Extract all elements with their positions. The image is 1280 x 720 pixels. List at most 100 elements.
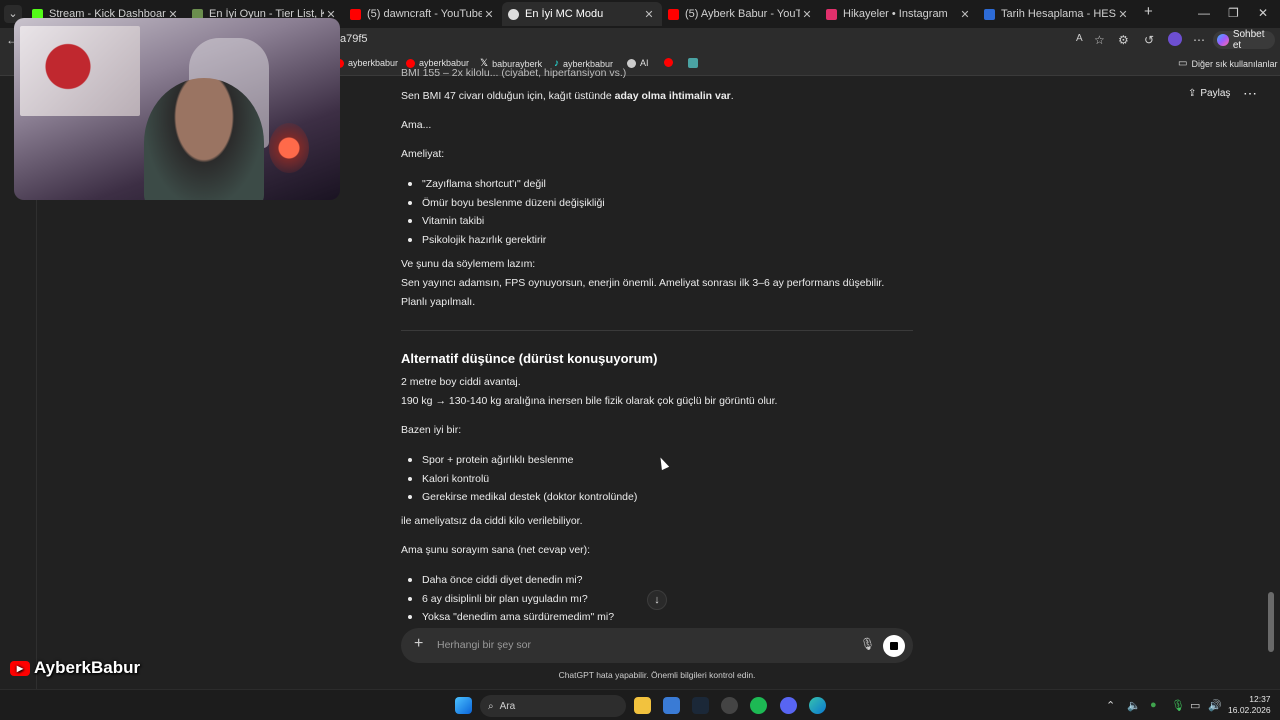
maximize-button[interactable]: ❐ [1228,6,1239,20]
site-icon [688,58,698,68]
steam-icon[interactable] [692,697,709,714]
text-span: Sen BMI 47 civarı olduğun için, kağıt üs… [401,90,615,102]
youtube-icon [668,8,679,20]
tab-title: En İyi MC Modu [525,8,604,20]
message-paragraph: Ama şunu sorayım sana (net cevap ver): [401,544,591,556]
list-item: 6 ay disiplinli bir plan uyguladın mı? [408,590,614,609]
add-attachment-icon[interactable]: + [414,635,423,653]
message-paragraph: Bazen iyi bir: [401,424,462,436]
settings-more-icon[interactable]: ⋯ [1193,33,1205,47]
prompt-input[interactable]: Herhangi bir şey sor [437,639,531,651]
browser-tab[interactable]: (5) dawncraft - YouTube ✕ [344,2,502,26]
youtube-icon [664,58,673,67]
system-clock[interactable]: 12:37 16.02.2026 [1228,694,1271,716]
bookmark-item[interactable]: ayberkbabur [335,58,398,68]
bookmark-item[interactable] [688,58,698,68]
obs-icon[interactable] [721,697,738,714]
new-tab-button[interactable]: + [1144,3,1153,20]
edge-icon[interactable] [809,697,826,714]
volume-icon[interactable]: 🔊 [1208,699,1222,712]
extensions-icon[interactable]: ⚙ [1118,33,1129,47]
more-options-button[interactable]: ⋯ [1243,85,1257,102]
scroll-down-button[interactable]: ↓ [647,590,667,610]
ameliyat-list: "Zayıflama shortcut'ı" değil Ömür boyu b… [408,175,605,250]
network-icon[interactable]: ▭ [1190,699,1200,712]
browser-tab[interactable]: Hikayeler • Instagram ✕ [820,2,978,26]
microphone-icon[interactable]: 🎙 [860,637,875,651]
stop-generating-button[interactable] [883,635,905,657]
copilot-icon [1217,34,1229,46]
start-menu-icon[interactable] [455,697,472,714]
other-bookmarks-folder[interactable]: ▭ Diğer sık kullanılanlar [1178,58,1278,69]
read-aloud-icon[interactable]: A [1076,33,1083,44]
bookmark-item[interactable] [664,58,673,67]
clock-time: 12:37 [1249,694,1271,704]
other-bookmarks-label: Diğer sık kullanılanlar [1191,58,1278,69]
message-paragraph: Ve şunu da söylemem lazım: [401,258,536,270]
bookmark-item[interactable]: AI [627,58,649,68]
tab-title: Hikayeler • Instagram [843,8,948,20]
chatgpt-icon [627,58,636,68]
chat-button-label: Sohbet et [1232,29,1265,51]
search-label: Ara [499,700,516,712]
list-item: Daha önce ciddi diyet denedin mi? [408,571,614,590]
browser-tab[interactable]: (5) Ayberk Babur - YouTube ✕ [662,2,820,26]
youtube-icon [350,8,361,20]
tab-close-icon[interactable]: ✕ [958,8,972,21]
sidebar-divider [36,199,37,689]
status-icon[interactable]: ● [1150,699,1157,711]
spotify-icon[interactable] [750,697,767,714]
message-paragraph: Sen BMI 47 civarı olduğun için, kağıt üs… [401,87,734,106]
partial-list-item: BMI 155 – 2x kilolu... (ciyabet, hiperta… [401,67,627,79]
wall-painting [20,26,140,116]
close-window-button[interactable]: ✕ [1258,6,1268,20]
tab-title: (5) dawncraft - YouTube [367,8,482,20]
tab-close-icon[interactable]: ✕ [482,8,496,21]
tab-close-icon[interactable]: ✕ [642,8,656,21]
url-field[interactable]: a79f5 [340,33,368,45]
streamer-watermark: ▶ AyberkBabur [10,658,140,678]
tab-close-icon[interactable]: ✕ [1116,8,1130,21]
store-icon[interactable] [663,697,680,714]
speaker-icon[interactable]: 🔈 [1127,699,1141,712]
file-explorer-icon[interactable] [634,697,651,714]
tab-title: (5) Ayberk Babur - YouTube [685,8,800,20]
clock-date: 16.02.2026 [1228,705,1271,715]
section-heading: Alternatif düşünce (dürüst konuşuyorum) [401,351,658,366]
share-button[interactable]: ⇪ Paylaş [1188,88,1230,99]
taskbar-search[interactable]: ⌕ Ara [480,695,626,717]
discord-icon[interactable] [780,697,797,714]
list-item: "Zayıflama shortcut'ı" değil [408,175,605,194]
streamer-name: AyberkBabur [34,658,141,677]
youtube-icon: ▶ [10,660,30,676]
chatgpt-icon [508,8,519,20]
text-span: . [730,90,734,102]
question-list: Daha önce ciddi diyet denedin mi? 6 ay d… [408,571,614,627]
history-icon[interactable]: ↺ [1144,33,1154,47]
tray-overflow-icon[interactable]: ⌃ [1106,699,1115,712]
browser-tab[interactable]: Tarih Hesaplama - HESAPLAMA.N ✕ [978,2,1136,26]
minimize-button[interactable]: — [1198,6,1210,20]
microphone-tray-icon[interactable]: 🎙 [1171,699,1185,712]
list-item: Yoksa "denedim ama sürdüremedim" mi? [408,608,614,627]
list-item: Psikolojik hazırlık gerektirir [408,231,605,250]
browser-tab-active[interactable]: En İyi MC Modu ✕ [502,2,662,26]
streamer-figure [144,78,264,200]
list-item: Vitamin takibi [408,212,605,231]
list-item: Ömür boyu beslenme düzeni değişikliği [408,194,605,213]
instagram-icon [826,8,837,20]
copilot-chat-button[interactable]: Sohbet et [1213,29,1275,51]
message-paragraph: Sen yayıncı adamsın, FPS oynuyorsun, ene… [401,277,885,308]
tab-close-icon[interactable]: ✕ [800,8,814,21]
webcam-overlay [14,18,340,200]
section-divider [401,330,913,331]
favorite-star-icon[interactable]: ☆ [1094,33,1105,47]
search-icon: ⌕ [488,700,494,712]
bookmark-label: ayberkbabur [348,58,399,68]
page-scrollbar[interactable] [1268,592,1274,652]
message-composer[interactable]: + Herhangi bir şey sor 🎙 [401,628,913,663]
stop-icon [890,642,898,650]
bazen-list: Spor + protein ağırlıklı beslenme Kalori… [408,451,637,507]
profile-avatar[interactable] [1168,32,1182,46]
disclaimer-text: ChatGPT hata yapabilir. Önemli bilgileri… [558,670,756,680]
